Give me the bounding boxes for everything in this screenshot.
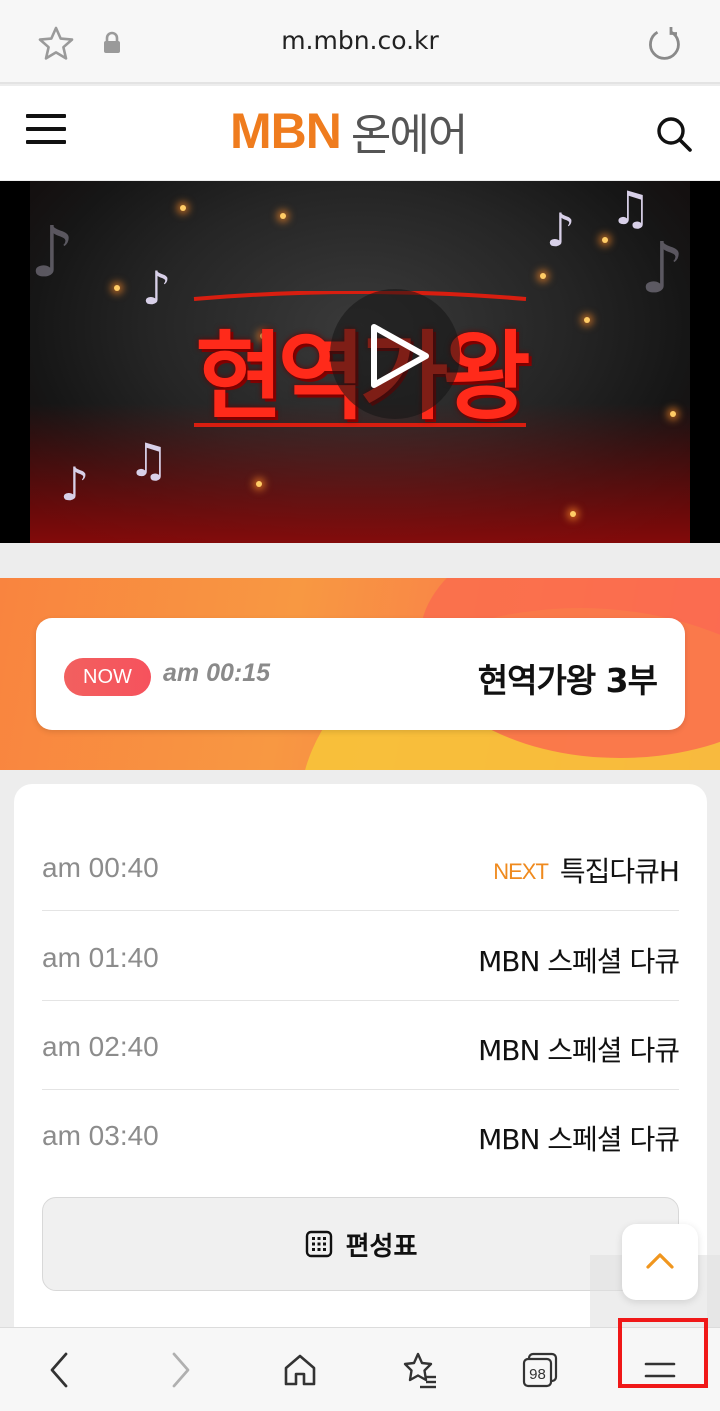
chevron-right-icon[interactable]: [160, 1350, 200, 1390]
schedule-program: MBN 스페셜 다큐: [478, 945, 680, 978]
tv-guide-button[interactable]: 편성표: [42, 1197, 679, 1291]
home-icon[interactable]: [280, 1350, 320, 1390]
schedule-time: am 02:40: [42, 1031, 159, 1062]
site-logo[interactable]: MBN 온에어: [230, 100, 468, 162]
schedule-time: am 03:40: [42, 1120, 159, 1151]
url-text[interactable]: m.mbn.co.kr: [0, 26, 720, 55]
hamburger-icon[interactable]: [26, 114, 66, 148]
tabs-icon[interactable]: 98: [520, 1350, 560, 1390]
next-tag: NEXT: [493, 859, 549, 884]
schedule-row[interactable]: am 00:40 NEXT 특집다큐H: [42, 822, 680, 911]
video-player[interactable]: ♪ ♫ ♪ ♪ ♫ ♪ ♪ 현역가왕: [0, 181, 720, 543]
browser-url-bar: m.mbn.co.kr: [0, 0, 720, 84]
calendar-grid-icon: [305, 1230, 332, 1258]
logo-subtitle: 온에어: [350, 110, 468, 161]
schedule-program: MBN 스페셜 다큐: [478, 1123, 680, 1156]
chevron-left-icon[interactable]: [40, 1350, 80, 1390]
play-icon[interactable]: [364, 321, 434, 391]
menu-highlight-box: [618, 1318, 708, 1388]
schedule-program: NEXT 특집다큐H: [493, 850, 680, 890]
now-time: am 00:15: [163, 659, 271, 687]
page: m.mbn.co.kr MBN 온에어 ♪ ♫ ♪ ♪ ♫ ♪ ♪ NOW am…: [0, 0, 720, 1411]
schedule-time: am 00:40: [42, 852, 159, 883]
schedule-row[interactable]: am 03:40 MBN 스페셜 다큐: [42, 1090, 680, 1179]
tab-count: 98: [529, 1366, 546, 1383]
chevron-up-icon: [646, 1253, 674, 1269]
logo-brand: MBN: [230, 103, 342, 159]
site-header: MBN 온에어: [0, 86, 720, 180]
schedule-time: am 01:40: [42, 942, 159, 973]
now-playing-card[interactable]: NOW am 00:15 현역가왕 3부: [36, 618, 685, 730]
now-badge: NOW: [64, 658, 151, 696]
schedule-program: MBN 스페셜 다큐: [478, 1034, 680, 1067]
reload-icon[interactable]: [644, 24, 684, 64]
video-thumbnail: ♪ ♫ ♪ ♪ ♫ ♪ ♪ 현역가왕: [30, 181, 690, 543]
schedule-row[interactable]: am 01:40 MBN 스페셜 다큐: [42, 912, 680, 1001]
schedule-row[interactable]: am 02:40 MBN 스페셜 다큐: [42, 1001, 680, 1090]
scroll-top-button[interactable]: [622, 1224, 698, 1300]
now-program-title: 현역가왕 3부: [477, 661, 658, 700]
browser-bottom-toolbar: 98: [0, 1327, 720, 1411]
star-list-icon[interactable]: [400, 1350, 440, 1390]
tv-guide-label: 편성표: [345, 1231, 418, 1262]
now-playing-banner: NOW am 00:15 현역가왕 3부: [0, 578, 720, 770]
schedule-program-name: 특집다큐H: [559, 855, 680, 888]
search-icon[interactable]: [654, 114, 694, 154]
